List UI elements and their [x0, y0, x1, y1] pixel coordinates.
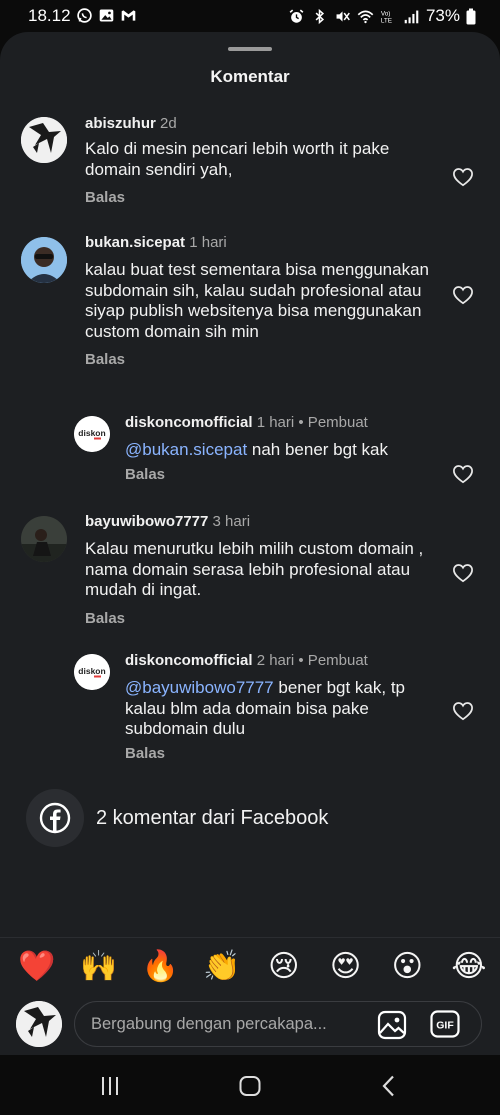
emoji-clap-button[interactable]: 👏 — [203, 950, 241, 984]
status-bar: 18.12 Vo) LTE 73% — [0, 0, 500, 32]
comment-text: Kalau menurutku lebih milih custom domai… — [85, 539, 424, 599]
wifi-icon — [357, 10, 374, 23]
facebook-comments-label: 2 komentar dari Facebook — [96, 806, 329, 829]
like-heart-icon[interactable] — [452, 701, 474, 721]
comment-text: nah bener bgt kak — [247, 440, 388, 459]
reply-button[interactable]: Balas — [85, 351, 430, 368]
battery-icon — [466, 8, 476, 24]
recent-apps-icon[interactable] — [98, 1075, 122, 1097]
gmail-icon — [121, 10, 136, 21]
emoji-heart-button[interactable]: ❤️ — [18, 950, 56, 984]
comment-meta: 2d — [160, 115, 177, 132]
emoji-laugh-button[interactable]: 😂 — [450, 950, 488, 984]
avatar[interactable]: diskon — [74, 654, 110, 690]
like-heart-icon[interactable] — [452, 285, 474, 305]
comment-meta: 3 hari — [212, 513, 251, 530]
facebook-icon-wrap — [26, 789, 84, 847]
emoji-cry-button[interactable]: 😢 — [265, 950, 303, 984]
comment-meta: 1 hari — [189, 234, 227, 251]
system-icons: Vo) LTE 73% — [288, 6, 476, 26]
emoji-quick-bar: ❤️ 🙌 🔥 👏 😢 😍 😮 😂 — [18, 950, 488, 984]
avatar[interactable] — [21, 117, 67, 163]
svg-text:GIF: GIF — [436, 1020, 454, 1032]
comment-username[interactable]: diskoncomofficial — [125, 414, 253, 431]
emoji-surprised-button[interactable]: 😮 — [388, 950, 426, 984]
comment-input-placeholder: Bergabung dengan percakapa... — [91, 1015, 327, 1033]
notification-icons — [76, 7, 137, 24]
divider — [0, 937, 500, 938]
emoji-heart-eyes-button[interactable]: 😍 — [327, 950, 365, 984]
avatar-photo-icon — [21, 516, 67, 562]
sheet-title: Komentar — [210, 67, 290, 86]
comment-username[interactable]: bukan.sicepat — [85, 234, 185, 251]
reply-button[interactable]: Balas — [85, 189, 430, 206]
gif-icon[interactable]: GIF — [430, 1010, 460, 1038]
like-heart-icon[interactable] — [452, 563, 474, 583]
avatar-logo-icon — [16, 1001, 62, 1047]
emoji-fire-button[interactable]: 🔥 — [141, 950, 179, 984]
bluetooth-icon — [315, 8, 325, 24]
comment-composer: Bergabung dengan percakapa... GIF — [0, 1001, 500, 1049]
facebook-comments-link[interactable]: 2 komentar dari Facebook — [26, 789, 328, 847]
alarm-icon — [289, 8, 304, 23]
comments-sheet: Komentar abiszuhur 2d Kalo di mesin penc… — [0, 32, 500, 1055]
reply-button[interactable]: Balas — [125, 466, 430, 483]
reply-button[interactable]: Balas — [125, 745, 430, 762]
emoji-raised-hands-button[interactable]: 🙌 — [80, 950, 118, 984]
signal-icon — [404, 10, 419, 23]
home-icon[interactable] — [238, 1075, 262, 1097]
like-heart-icon[interactable] — [452, 464, 474, 484]
like-heart-icon[interactable] — [452, 167, 474, 187]
facebook-icon — [39, 802, 71, 834]
battery-percent: 73% — [425, 6, 460, 25]
comment-text: kalau buat test sementara bisa menggunak… — [85, 260, 430, 341]
my-avatar — [16, 1001, 62, 1047]
comment-text: Kalo di mesin pencari lebih worth it pak… — [85, 139, 390, 179]
comment-input[interactable]: Bergabung dengan percakapa... GIF — [74, 1001, 482, 1047]
drag-handle[interactable] — [228, 47, 272, 51]
svg-text:Vo): Vo) — [381, 10, 391, 17]
diskon-logo-icon: diskon — [74, 416, 110, 452]
comment-username[interactable]: abiszuhur — [85, 115, 156, 132]
svg-text:diskon: diskon — [78, 666, 105, 676]
comment-meta: 1 hari • Pembuat — [256, 414, 368, 431]
whatsapp-icon — [77, 8, 92, 23]
diskon-logo-icon: diskon — [74, 654, 110, 690]
mention-link[interactable]: @bukan.sicepat — [125, 440, 247, 459]
volte-icon: Vo)LTE — [381, 10, 392, 24]
status-time: 18.12 — [28, 6, 71, 25]
image-icon[interactable] — [377, 1010, 407, 1040]
svg-text:diskon: diskon — [78, 428, 105, 438]
mention-link[interactable]: @bayuwibowo7777 — [125, 678, 274, 697]
comment-meta: 2 hari • Pembuat — [256, 652, 368, 669]
mute-icon — [336, 10, 350, 22]
gallery-icon — [99, 9, 114, 22]
avatar-logo-icon — [21, 117, 67, 163]
system-nav-bar — [0, 1055, 500, 1115]
avatar[interactable]: diskon — [74, 416, 110, 452]
comment-username[interactable]: bayuwibowo7777 — [85, 513, 208, 530]
avatar[interactable] — [21, 237, 67, 283]
avatar-photo-icon — [21, 237, 67, 283]
avatar[interactable] — [21, 516, 67, 562]
comment-username[interactable]: diskoncomofficial — [125, 652, 253, 669]
reply-button[interactable]: Balas — [85, 610, 430, 627]
back-icon[interactable] — [378, 1075, 402, 1097]
svg-text:LTE: LTE — [381, 17, 392, 24]
